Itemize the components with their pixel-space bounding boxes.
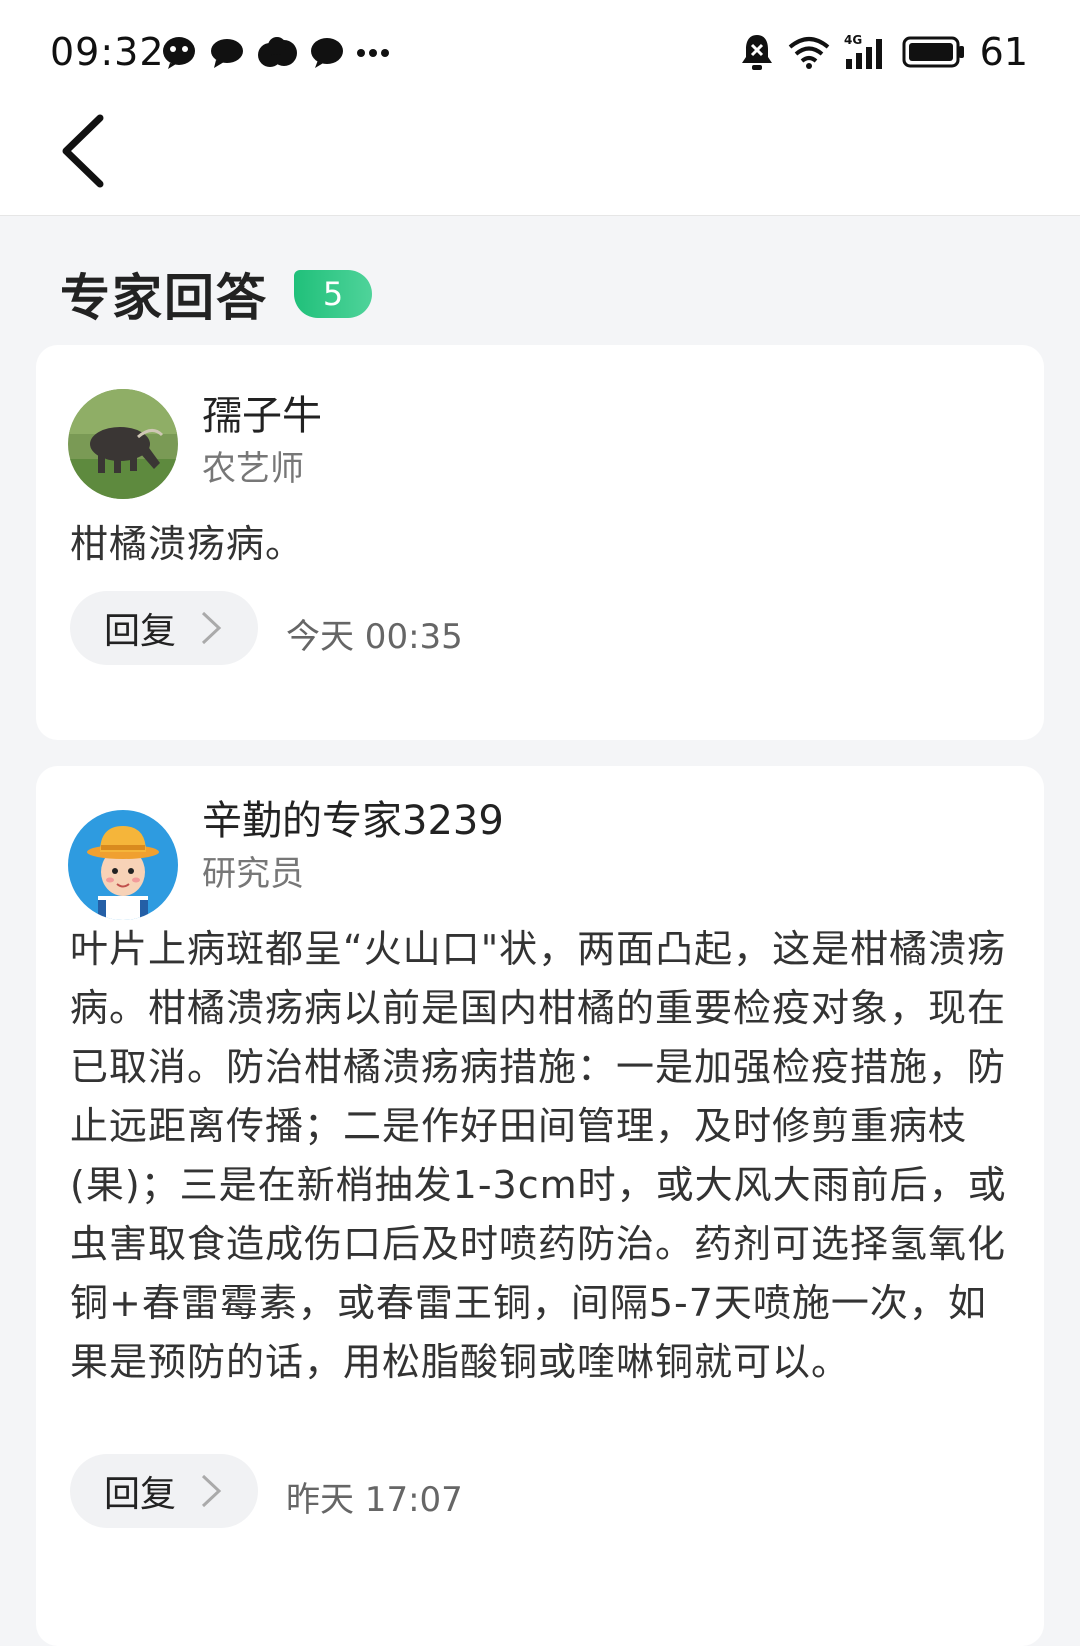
- signal-icon: 4G: [844, 33, 882, 69]
- chevron-right-icon: [201, 1474, 222, 1508]
- answer-text: 叶片上病斑都呈“火山口"状，两面凸起，这是柑橘溃疡病。柑橘溃疡病以前是国内柑橘的…: [70, 927, 1007, 1384]
- wifi-icon: [788, 37, 829, 69]
- nav-bar: [0, 100, 1080, 216]
- mute-bell-icon: [741, 35, 772, 70]
- expert-role: 研究员: [202, 854, 304, 894]
- message-icon: [311, 38, 343, 68]
- section-title: 专家回答: [60, 269, 268, 327]
- notification-icons: [160, 36, 390, 70]
- cloud-icon: [258, 37, 297, 67]
- farmer-avatar[interactable]: [68, 810, 178, 920]
- answer-text: 柑橘溃疡病。: [70, 522, 305, 566]
- buffalo-avatar[interactable]: [68, 389, 178, 499]
- reply-button[interactable]: 回复: [70, 591, 258, 665]
- answer-card: 孺子牛 农艺师 柑橘溃疡病。 回复 今天 00:35: [36, 345, 1044, 740]
- more-dots-icon: [357, 49, 389, 57]
- back-button[interactable]: [58, 108, 118, 198]
- status-bar: 09:32 4G 61: [0, 0, 1080, 100]
- expert-name[interactable]: 辛勤的专家3239: [202, 788, 504, 846]
- reply-label: 回复: [104, 611, 177, 652]
- reply-button[interactable]: 回复: [70, 1454, 258, 1528]
- section-header: 专家回答 5: [60, 258, 372, 330]
- status-time: 09:32: [50, 30, 165, 74]
- expert-role: 农艺师: [202, 449, 304, 489]
- answer-count-badge: 5: [294, 270, 372, 318]
- reply-label: 回复: [104, 1474, 177, 1515]
- answer-time: 昨天 17:07: [286, 1480, 463, 1520]
- answer-time: 今天 00:35: [286, 617, 463, 657]
- qq-icon: [163, 37, 195, 69]
- svg-text:4G: 4G: [844, 33, 862, 47]
- battery-level: 61: [979, 30, 1028, 74]
- status-right: 4G 61: [740, 30, 1028, 74]
- chat-icon: [211, 39, 243, 68]
- battery-icon: [902, 36, 964, 68]
- answer-card: 辛勤的专家3239 研究员 叶片上病斑都呈“火山口"状，两面凸起，这是柑橘溃疡病…: [36, 766, 1044, 1646]
- back-arrow-icon: [62, 114, 104, 188]
- chevron-right-icon: [201, 611, 222, 645]
- expert-name[interactable]: 孺子牛: [202, 383, 322, 441]
